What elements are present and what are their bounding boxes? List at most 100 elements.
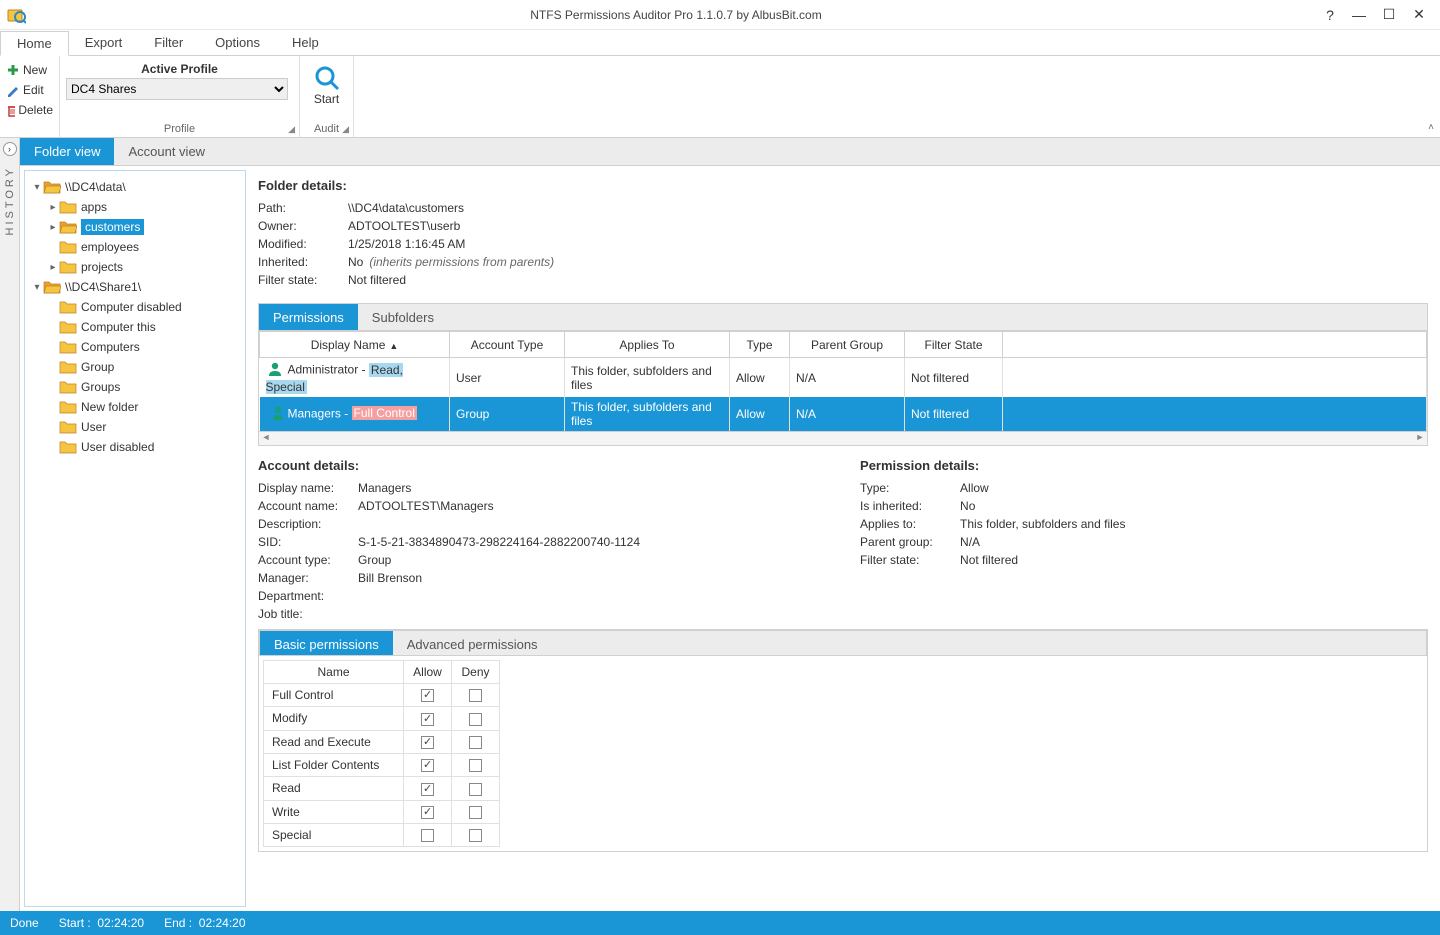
tree-node[interactable]: ▾\\DC4\Share1\ xyxy=(27,277,243,297)
menu-export[interactable]: Export xyxy=(69,31,139,54)
permissions-hscroll[interactable]: ◄ ► xyxy=(258,432,1428,446)
allow-checkbox[interactable] xyxy=(421,759,434,772)
ribbon-collapse-button[interactable]: ˄ xyxy=(1428,122,1434,133)
scroll-left-icon[interactable]: ◄ xyxy=(259,432,273,444)
permission-row[interactable]: Managers - Full ControlGroupThis folder,… xyxy=(260,397,1427,431)
filter-state-label: Filter state: xyxy=(258,271,348,289)
plus-icon xyxy=(6,63,20,77)
col-applies-to[interactable]: Applies To xyxy=(565,332,730,358)
minimize-button[interactable]: — xyxy=(1344,7,1374,23)
acc-val: Managers xyxy=(358,479,411,497)
tab-permissions[interactable]: Permissions xyxy=(259,304,358,330)
tree-expander-icon[interactable]: ▸ xyxy=(47,262,59,273)
basic-col-deny[interactable]: Deny xyxy=(452,661,500,684)
perm-applies-to: This folder, subfolders and files xyxy=(565,397,730,431)
allow-checkbox[interactable] xyxy=(421,829,434,842)
folder-tree[interactable]: ▾\\DC4\data\▸apps▸customersemployees ▸ pro… xyxy=(24,170,246,907)
basic-col-allow[interactable]: Allow xyxy=(404,661,452,684)
tab-folder-view[interactable]: Folder view xyxy=(20,138,114,165)
basic-perm-name: Write xyxy=(264,800,404,823)
delete-profile-button[interactable]: Delete xyxy=(6,100,53,120)
deny-checkbox[interactable] xyxy=(469,806,482,819)
tree-node[interactable]: Computer disabled xyxy=(27,297,243,317)
new-profile-button[interactable]: New xyxy=(6,60,53,80)
tab-subfolders[interactable]: Subfolders xyxy=(358,304,448,330)
sort-asc-icon: ▲ xyxy=(389,341,398,351)
basic-perm-name: Special xyxy=(264,823,404,846)
deny-checkbox[interactable] xyxy=(469,829,482,842)
tree-node[interactable]: ▸customers xyxy=(27,217,243,237)
deny-checkbox[interactable] xyxy=(469,759,482,772)
tab-basic-permissions[interactable]: Basic permissions xyxy=(260,631,393,655)
magnifier-icon xyxy=(313,64,341,92)
detail-pane: Folder details: Path:\\DC4\data\customer… xyxy=(246,166,1440,911)
acc-val: ADTOOLTEST\Managers xyxy=(358,497,494,515)
col-type[interactable]: Type xyxy=(730,332,790,358)
menu-filter[interactable]: Filter xyxy=(138,31,199,54)
permission-row[interactable]: Administrator - Read, SpecialUserThis fo… xyxy=(260,358,1427,398)
tree-node[interactable]: Groups xyxy=(27,377,243,397)
basic-perm-name: Modify xyxy=(264,707,404,730)
pd-val: N/A xyxy=(960,533,980,551)
basic-col-name[interactable]: Name xyxy=(264,661,404,684)
col-parent-group[interactable]: Parent Group xyxy=(790,332,905,358)
deny-checkbox[interactable] xyxy=(469,736,482,749)
col-spacer xyxy=(1003,332,1427,358)
tree-expander-icon[interactable]: ▸ xyxy=(47,222,59,233)
tree-node[interactable]: Computers xyxy=(27,337,243,357)
allow-checkbox[interactable] xyxy=(421,689,434,702)
main-area: › HISTORY Folder view Account view ▾\\DC… xyxy=(0,138,1440,911)
close-button[interactable]: ✕ xyxy=(1404,6,1434,23)
tree-expander-icon[interactable]: ▾ xyxy=(31,282,43,293)
deny-checkbox[interactable] xyxy=(469,689,482,702)
start-audit-button[interactable]: Start xyxy=(313,60,341,106)
tree-node[interactable]: ▸ projects xyxy=(27,257,243,277)
tree-node-label: projects xyxy=(81,260,123,274)
tree-node[interactable]: User xyxy=(27,417,243,437)
trash-icon xyxy=(6,103,15,117)
help-button[interactable]: ? xyxy=(1320,7,1340,23)
tree-node-label: User xyxy=(81,420,106,434)
active-profile-select[interactable]: DC4 Shares xyxy=(66,78,288,100)
perm-parent-group: N/A xyxy=(790,397,905,431)
history-expand-button[interactable]: › xyxy=(3,142,17,156)
profile-group-launcher[interactable]: ◢ xyxy=(288,124,295,135)
tree-expander-icon[interactable]: ▾ xyxy=(31,182,43,193)
tree-node[interactable]: ▾\\DC4\data\ xyxy=(27,177,243,197)
menu-home[interactable]: Home xyxy=(0,31,69,56)
allow-checkbox[interactable] xyxy=(421,783,434,796)
menu-options[interactable]: Options xyxy=(199,31,276,54)
ribbon-audit: Start Audit ◢ xyxy=(300,56,354,137)
inherited-value: No xyxy=(348,255,363,269)
deny-checkbox[interactable] xyxy=(469,783,482,796)
scroll-right-icon[interactable]: ► xyxy=(1413,432,1427,444)
maximize-button[interactable]: ☐ xyxy=(1374,6,1404,23)
allow-checkbox[interactable] xyxy=(421,806,434,819)
active-profile-header: Active Profile xyxy=(66,60,293,78)
tab-account-view[interactable]: Account view xyxy=(114,138,219,165)
deny-checkbox[interactable] xyxy=(469,713,482,726)
group-icon xyxy=(266,405,284,424)
modified-label: Modified: xyxy=(258,235,348,253)
menu-help[interactable]: Help xyxy=(276,31,335,54)
pd-key: Applies to: xyxy=(860,515,960,533)
tree-node[interactable]: Group xyxy=(27,357,243,377)
allow-checkbox[interactable] xyxy=(421,736,434,749)
col-account-type[interactable]: Account Type xyxy=(450,332,565,358)
tab-advanced-permissions[interactable]: Advanced permissions xyxy=(393,631,552,655)
col-filter-state[interactable]: Filter State xyxy=(905,332,1003,358)
audit-group-launcher[interactable]: ◢ xyxy=(342,124,349,135)
edit-profile-button[interactable]: Edit xyxy=(6,80,53,100)
tree-node[interactable]: employees xyxy=(27,237,243,257)
delete-profile-label: Delete xyxy=(18,103,53,117)
allow-checkbox[interactable] xyxy=(421,713,434,726)
tree-node[interactable]: User disabled xyxy=(27,437,243,457)
edit-profile-label: Edit xyxy=(23,83,44,97)
tree-node[interactable]: New folder xyxy=(27,397,243,417)
tree-node[interactable]: ▸apps xyxy=(27,197,243,217)
basic-perm-row: Read xyxy=(264,777,500,800)
permission-details-title: Permission details: xyxy=(860,458,1125,473)
tree-expander-icon[interactable]: ▸ xyxy=(47,202,59,213)
col-display-name[interactable]: Display Name▲ xyxy=(260,332,450,358)
tree-node[interactable]: Computer this xyxy=(27,317,243,337)
